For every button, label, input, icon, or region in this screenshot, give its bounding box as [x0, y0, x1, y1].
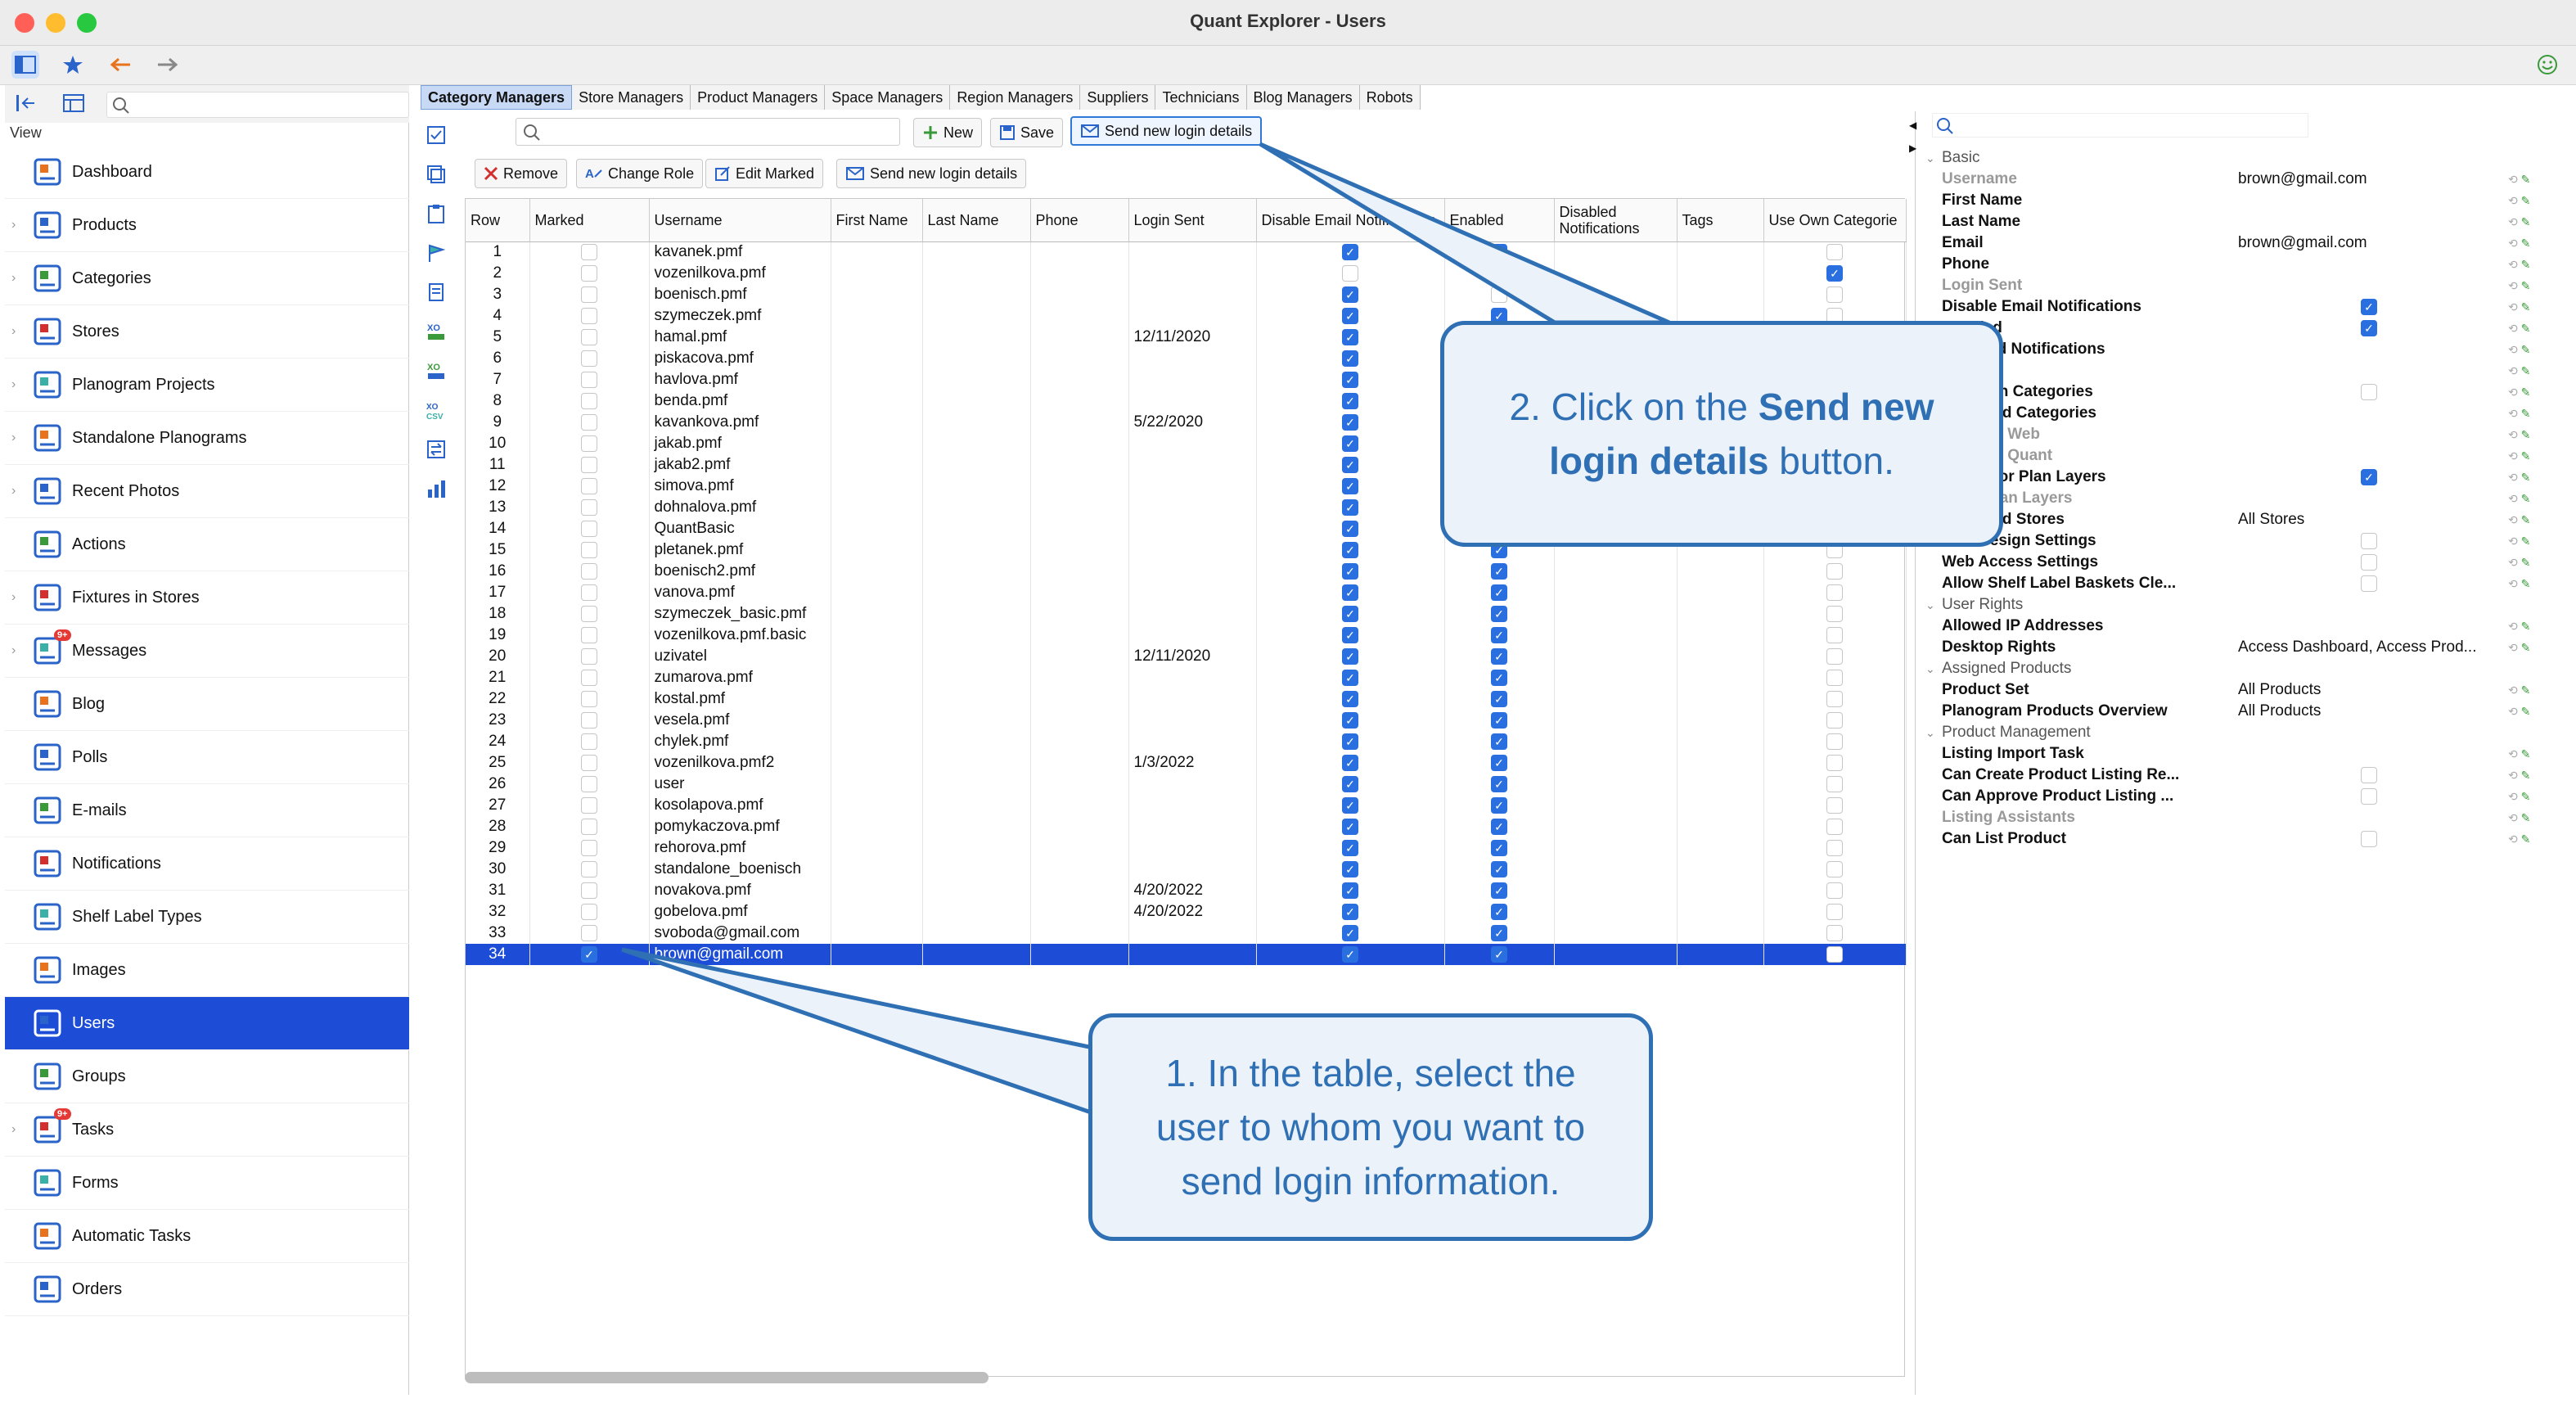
callout-step-2: 2. Click on the Send new login details b… [1440, 321, 2003, 547]
callout-2-pointer [1259, 142, 1670, 325]
callout-1-pointer [621, 947, 1096, 1117]
callout-step-1: 1. In the table, select the user to whom… [1088, 1013, 1653, 1241]
